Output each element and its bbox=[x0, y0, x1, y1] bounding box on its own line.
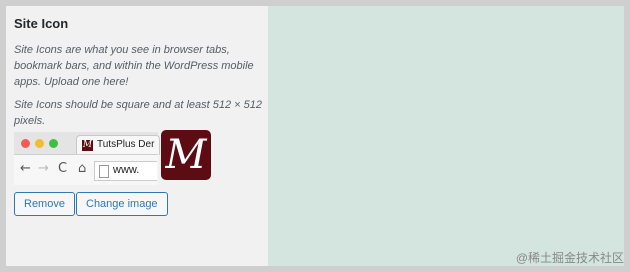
section-title: Site Icon bbox=[14, 16, 69, 31]
back-arrow-icon: ← bbox=[20, 161, 31, 176]
preview-area bbox=[268, 6, 624, 266]
window-maximize-icon bbox=[49, 139, 58, 148]
browser-preview: M TutsPlus Der ← → C ⌂ www. bbox=[14, 132, 160, 185]
favicon-icon: M bbox=[82, 140, 93, 151]
change-image-button[interactable]: Change image bbox=[76, 192, 168, 216]
browser-toolbar: ← → C ⌂ www. bbox=[14, 154, 158, 185]
url-text: www. bbox=[113, 164, 140, 176]
reload-icon: C bbox=[58, 161, 68, 176]
browser-tab-bar: M TutsPlus Der bbox=[14, 132, 160, 155]
home-icon: ⌂ bbox=[78, 161, 87, 176]
site-icon-image: M bbox=[161, 130, 211, 180]
site-icon-description: Site Icons are what you see in browser t… bbox=[14, 44, 254, 88]
window-close-icon bbox=[21, 139, 30, 148]
page-icon bbox=[99, 165, 109, 178]
site-icon-panel: Site Icon Site Icons are what you see in… bbox=[6, 6, 268, 266]
watermark-text: @稀土掘金技术社区 bbox=[515, 251, 624, 265]
screenshot-frame: Site Icon Site Icons are what you see in… bbox=[6, 6, 624, 266]
tab-title: TutsPlus Der bbox=[97, 139, 155, 150]
site-icon-requirement: Site Icons should be square and at least… bbox=[14, 99, 262, 127]
address-bar: www. bbox=[94, 161, 157, 181]
forward-arrow-icon: → bbox=[38, 161, 49, 176]
browser-tab: M TutsPlus Der bbox=[76, 135, 160, 155]
remove-button[interactable]: Remove bbox=[14, 192, 75, 216]
window-minimize-icon bbox=[35, 139, 44, 148]
